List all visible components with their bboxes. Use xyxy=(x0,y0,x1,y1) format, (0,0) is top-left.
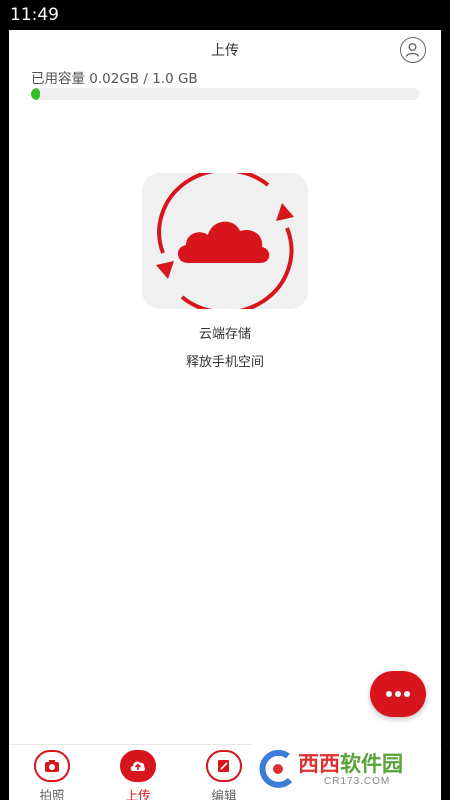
watermark-subtext: CR173.COM xyxy=(324,776,391,787)
app-screen: 上传 已用容量 0.02GB / 1.0 GB 云端存储 释放手机空间 拍照 上… xyxy=(9,30,441,800)
page-title: 上传 xyxy=(211,43,239,59)
hero-subtitle: 释放手机空间 xyxy=(185,355,264,370)
watermark-text: 西西软件园 xyxy=(298,752,403,776)
hero-title: 云端存储 xyxy=(198,327,251,342)
camera-icon xyxy=(34,750,70,782)
nav-label-camera: 拍照 xyxy=(39,788,65,800)
watermark: 西西软件园 CR173.COM xyxy=(252,742,440,800)
storage-progress-fill xyxy=(31,88,40,100)
storage-progress-bar xyxy=(31,88,419,100)
edit-icon xyxy=(206,750,242,782)
nav-label-upload: 上传 xyxy=(125,788,151,800)
more-actions-button[interactable] xyxy=(370,671,426,717)
cloud-sync-icon xyxy=(142,173,308,309)
user-icon xyxy=(405,43,420,57)
header: 上传 xyxy=(9,30,441,66)
nav-item-upload[interactable]: 上传 xyxy=(95,745,181,800)
status-bar: 11:49 xyxy=(0,0,450,30)
user-profile-button[interactable] xyxy=(400,37,426,63)
storage-usage-text: 已用容量 0.02GB / 1.0 GB xyxy=(31,71,198,87)
watermark-logo-icon xyxy=(259,749,293,788)
status-time: 11:49 xyxy=(10,5,59,25)
upload-cloud-icon xyxy=(120,750,156,782)
more-dots-icon xyxy=(386,691,392,697)
nav-item-camera[interactable]: 拍照 xyxy=(9,745,95,800)
